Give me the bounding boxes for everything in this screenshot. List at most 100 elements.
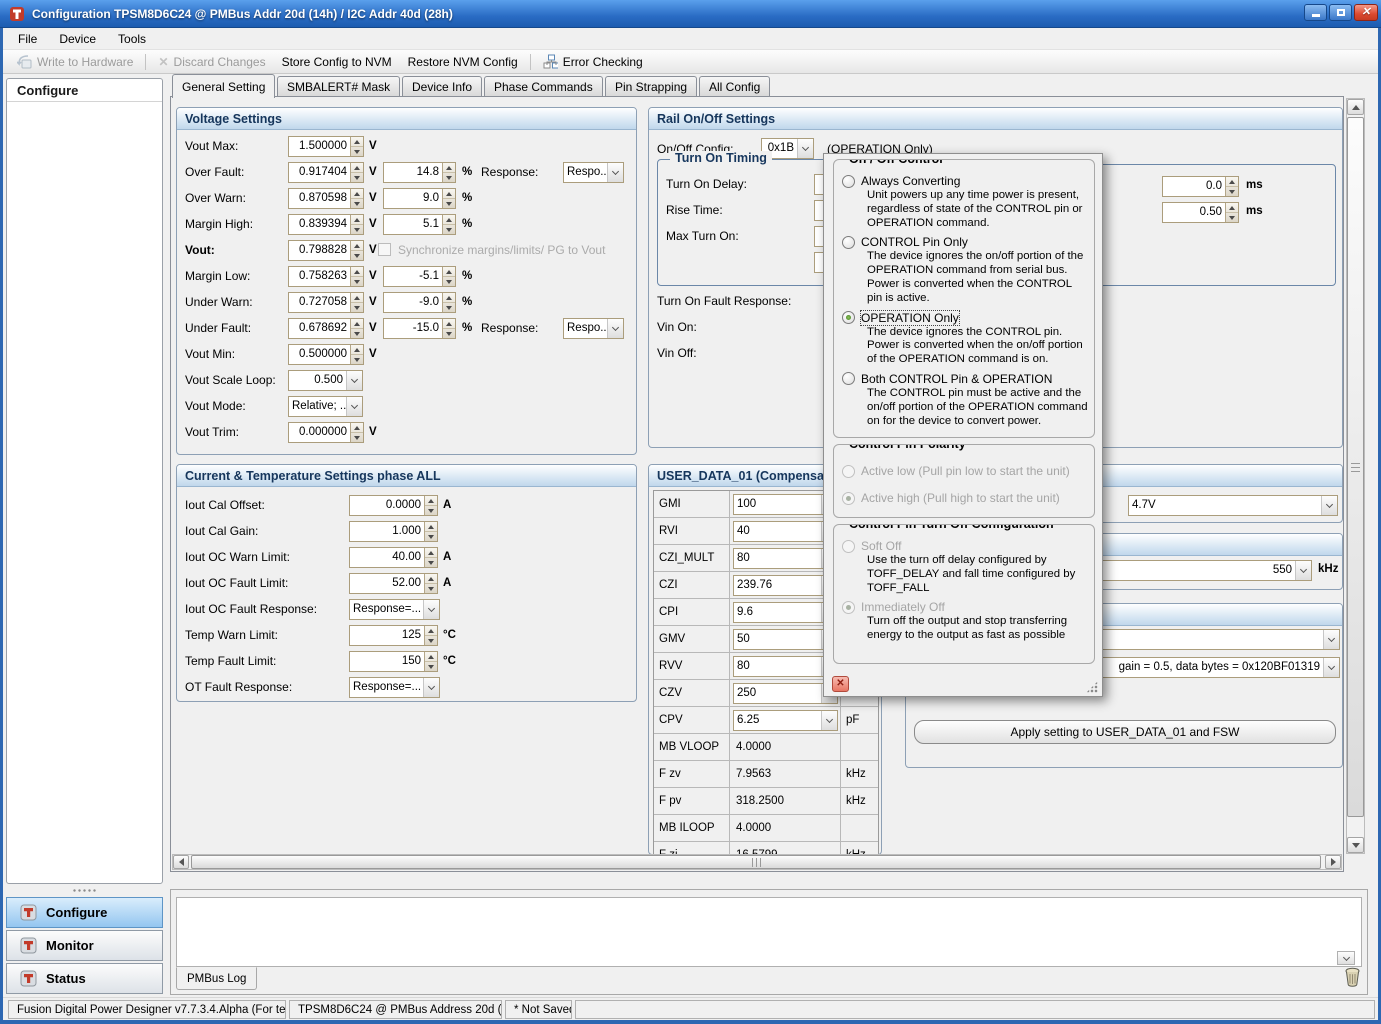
nav-configure[interactable]: Configure — [6, 897, 163, 928]
chevron-down-icon[interactable] — [821, 711, 837, 730]
temp-warn-limitfield[interactable]: 125 — [349, 625, 438, 646]
write-to-hardware-button[interactable]: Write to Hardware — [9, 53, 141, 71]
chevron-down-icon[interactable] — [346, 371, 362, 390]
spin-down-icon[interactable] — [351, 225, 363, 234]
spinner-buttons[interactable] — [350, 215, 363, 234]
spin-down-icon[interactable] — [443, 199, 455, 208]
spin-up-icon[interactable] — [443, 215, 455, 225]
under-warnfield[interactable]: 0.727058 — [288, 292, 364, 313]
spinner-buttons[interactable] — [442, 215, 455, 234]
spin-down-icon[interactable] — [351, 433, 363, 442]
response-dropdown[interactable]: Respo... — [563, 162, 624, 183]
tab-phase-commands[interactable]: Phase Commands — [484, 76, 603, 96]
menu-tools[interactable]: Tools — [107, 29, 157, 49]
spinner-buttons[interactable] — [350, 293, 363, 312]
spin-up-icon[interactable] — [351, 423, 363, 433]
chevron-down-icon[interactable] — [423, 600, 439, 619]
spin-down-icon[interactable] — [425, 558, 437, 567]
iout-oc-fault-limitfield[interactable]: 52.00 — [349, 573, 438, 594]
spin-down-icon[interactable] — [443, 329, 455, 338]
spin-up-icon[interactable] — [351, 215, 363, 225]
margin-highfield[interactable]: 0.839394 — [288, 214, 364, 235]
spin-down-icon[interactable] — [351, 147, 363, 156]
over-warnpercent-field[interactable]: 9.0 — [383, 188, 456, 209]
vout-modedropdown[interactable]: Relative; ... — [288, 396, 363, 417]
vout-minfield[interactable]: 0.500000 — [288, 344, 364, 365]
spin-down-icon[interactable] — [351, 355, 363, 364]
vin-dropdown[interactable]: 4.7V — [1128, 495, 1338, 516]
spinner-buttons[interactable] — [1225, 203, 1238, 222]
vout-maxfield[interactable]: 1.500000 — [288, 136, 364, 157]
tab-device-info[interactable]: Device Info — [402, 76, 482, 96]
value-dropdown[interactable]: 6.25 — [733, 710, 838, 731]
spinner-buttons[interactable] — [442, 189, 455, 208]
radio-option-always-converting[interactable]: Always Converting — [842, 174, 1094, 188]
spinner-buttons[interactable] — [424, 652, 437, 671]
iout-cal-offsetfield[interactable]: 0.0000 — [349, 495, 438, 516]
spin-down-icon[interactable] — [425, 584, 437, 593]
spinner-buttons[interactable] — [424, 522, 437, 541]
spinner-buttons[interactable] — [350, 319, 363, 338]
menu-device[interactable]: Device — [48, 29, 107, 49]
temp-fault-limitfield[interactable]: 150 — [349, 651, 438, 672]
response-dropdown[interactable]: Respo... — [563, 318, 624, 339]
maximize-button[interactable] — [1329, 4, 1352, 21]
radio-option-active-high-pull-high-to-start-the-unit[interactable]: Active high (Pull high to start the unit… — [842, 491, 1094, 505]
scroll-left-button[interactable] — [173, 855, 189, 869]
scrollbar-thumb[interactable] — [1347, 117, 1364, 817]
spinner-buttons[interactable] — [442, 319, 455, 338]
radio-button[interactable] — [842, 236, 855, 249]
spin-up-icon[interactable] — [425, 652, 437, 662]
spin-up-icon[interactable] — [351, 345, 363, 355]
spinner-buttons[interactable] — [442, 293, 455, 312]
nav-status[interactable]: Status — [6, 963, 163, 994]
radio-button[interactable] — [842, 372, 855, 385]
over-faultfield[interactable]: 0.917404 — [288, 162, 364, 183]
radio-button[interactable] — [842, 465, 855, 478]
close-button[interactable]: ✕ — [1354, 4, 1378, 21]
radio-option-both-control-pin-operation[interactable]: Both CONTROL Pin & OPERATION — [842, 372, 1094, 386]
spinner-buttons[interactable] — [424, 496, 437, 515]
spinner-buttons[interactable] — [350, 241, 363, 260]
spin-up-icon[interactable] — [351, 267, 363, 277]
turn-off-delay-field[interactable]: 0.0 — [1162, 176, 1239, 197]
spin-down-icon[interactable] — [351, 251, 363, 260]
radio-option-soft-off[interactable]: Soft Off — [842, 539, 1094, 553]
spin-down-icon[interactable] — [443, 173, 455, 182]
spinner-buttons[interactable] — [350, 163, 363, 182]
spinner-buttons[interactable] — [424, 574, 437, 593]
restore-nvm-config-button[interactable]: Restore NVM Config — [400, 53, 526, 71]
spin-down-icon[interactable] — [351, 199, 363, 208]
spinner-buttons[interactable] — [1225, 177, 1238, 196]
chevron-down-icon[interactable] — [1323, 658, 1339, 677]
discard-changes-button[interactable]: ✕ Discard Changes — [150, 53, 273, 71]
margin-highpercent-field[interactable]: 5.1 — [383, 214, 456, 235]
spin-up-icon[interactable] — [443, 319, 455, 329]
spin-down-icon[interactable] — [425, 662, 437, 671]
chevron-down-icon[interactable] — [1295, 561, 1311, 580]
spin-down-icon[interactable] — [351, 173, 363, 182]
spin-up-icon[interactable] — [351, 319, 363, 329]
spin-down-icon[interactable] — [443, 277, 455, 286]
radio-option-operation-only[interactable]: OPERATION Only — [842, 311, 1094, 325]
clear-log-trash-icon[interactable] — [1344, 967, 1361, 990]
horizontal-scrollbar[interactable] — [172, 854, 1342, 870]
spin-up-icon[interactable] — [351, 189, 363, 199]
spin-up-icon[interactable] — [443, 293, 455, 303]
chevron-down-icon[interactable] — [1321, 496, 1337, 515]
chevron-down-icon[interactable] — [423, 678, 439, 697]
pmbus-log-textarea[interactable] — [176, 897, 1362, 967]
spinner-buttons[interactable] — [424, 626, 437, 645]
margin-lowfield[interactable]: 0.758263 — [288, 266, 364, 287]
spin-down-icon[interactable] — [425, 532, 437, 541]
chevron-down-icon[interactable] — [346, 397, 362, 416]
spin-up-icon[interactable] — [425, 574, 437, 584]
radio-button[interactable] — [842, 492, 855, 505]
spin-up-icon[interactable] — [425, 522, 437, 532]
spin-up-icon[interactable] — [425, 548, 437, 558]
popup-close-button[interactable]: ✕ — [832, 676, 849, 692]
margin-lowpercent-field[interactable]: -5.1 — [383, 266, 456, 287]
under-warnpercent-field[interactable]: -9.0 — [383, 292, 456, 313]
spin-up-icon[interactable] — [351, 241, 363, 251]
tab-smbalert-mask[interactable]: SMBALERT# Mask — [277, 76, 400, 96]
